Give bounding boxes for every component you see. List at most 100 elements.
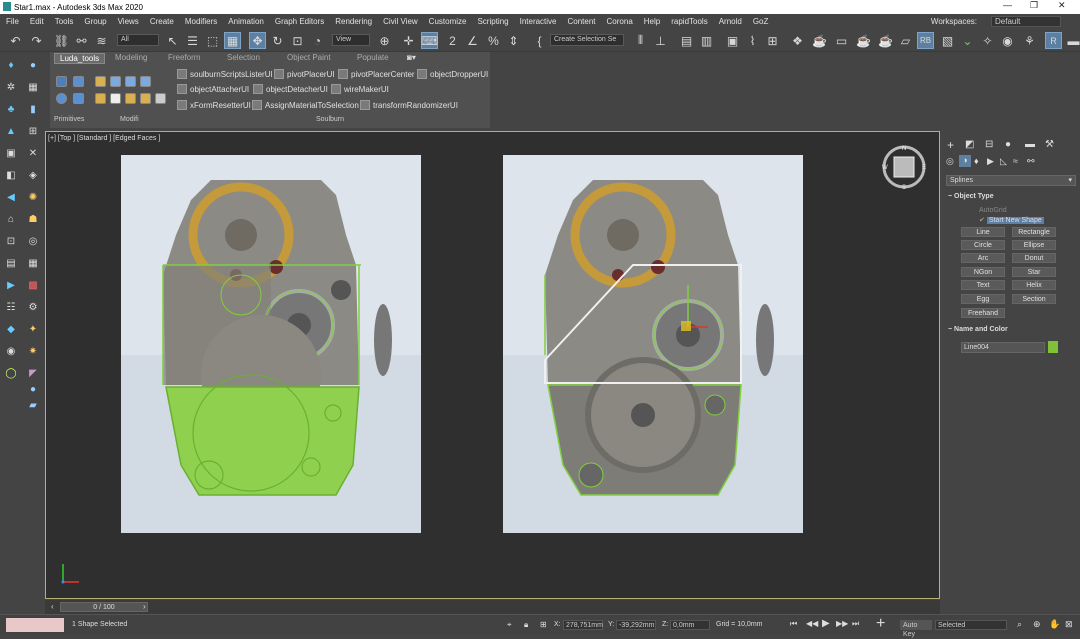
ribbon-options-icon[interactable]: ◙▾	[407, 53, 416, 62]
align-left-icon[interactable]: ◀	[4, 190, 18, 204]
donut-button[interactable]: Donut	[1012, 253, 1056, 263]
curve-editor-icon[interactable]: ⌇	[744, 32, 761, 49]
object-icon[interactable]: ✺	[26, 190, 40, 204]
menu-content[interactable]: Content	[568, 17, 596, 26]
quad-icon[interactable]: ⊡	[4, 234, 18, 248]
script-transformrandomizerui[interactable]: transformRandomizerUI	[360, 100, 458, 110]
tab-populate[interactable]: Populate	[357, 53, 389, 62]
tab-freeform[interactable]: Freeform	[168, 53, 200, 62]
bullet-icon[interactable]: ☗	[26, 212, 40, 226]
stack-icon[interactable]: ☷	[4, 300, 18, 314]
pivot-center-icon[interactable]: ⊕	[376, 32, 393, 49]
line-button[interactable]: Line	[961, 227, 1005, 237]
maxscript-listener[interactable]	[6, 618, 64, 632]
display-tab-icon[interactable]: ▬	[1025, 139, 1035, 150]
menu-scripting[interactable]: Scripting	[477, 17, 508, 26]
gear-icon[interactable]: ✲	[4, 80, 18, 94]
script-xformresetterui[interactable]: xFormResetterUI	[177, 100, 251, 110]
zoom-all-icon[interactable]: ⊕	[1033, 619, 1041, 630]
spinner-snap-icon[interactable]: ⇕	[505, 32, 522, 49]
script-icon-5[interactable]: ⚘	[1021, 32, 1038, 49]
rendered-frame-icon[interactable]: ▭	[833, 32, 850, 49]
pan-icon[interactable]: ✋	[1049, 619, 1060, 630]
shapes-icon[interactable]: ◑	[959, 155, 971, 167]
zoom-icon[interactable]: ⌕	[1017, 619, 1022, 630]
menu-modifiers[interactable]: Modifiers	[185, 17, 217, 26]
render-setup-icon[interactable]: ☕	[811, 32, 828, 49]
menu-animation[interactable]: Animation	[228, 17, 264, 26]
window-crossing-icon[interactable]: ▦	[224, 32, 241, 49]
category-dropdown[interactable]: Splines ▾	[946, 175, 1076, 186]
rollout-object-type[interactable]: − Object Type	[948, 193, 994, 200]
menu-arnold[interactable]: Arnold	[719, 17, 742, 26]
rollout-name-and-color[interactable]: − Name and Color	[948, 326, 1008, 333]
rotate-icon[interactable]: ↻	[269, 32, 286, 49]
align-icon[interactable]: ⊥	[652, 32, 669, 49]
mod-icon-6[interactable]	[110, 93, 121, 104]
prim-plane-icon[interactable]	[73, 93, 84, 104]
minimize-button[interactable]: —	[1003, 0, 1012, 10]
cameras-icon[interactable]: ▶	[987, 156, 994, 167]
script-soulburnscriptslisterui[interactable]: soulburnScriptsListerUI	[177, 69, 273, 79]
section-button[interactable]: Section	[1012, 294, 1056, 304]
play-icon[interactable]: ▶	[4, 278, 18, 292]
systems-icon[interactable]: ⚯	[1027, 156, 1035, 167]
mod-icon-9[interactable]	[155, 93, 166, 104]
tab-luda-tools[interactable]: Luda_tools	[54, 53, 106, 64]
menu-rapidtools[interactable]: rapidTools	[671, 17, 707, 26]
angle-snap-icon[interactable]: ∠	[464, 32, 481, 49]
prev-frame-icon[interactable]: ‹	[51, 602, 54, 611]
ball-icon[interactable]: ●	[26, 382, 40, 396]
script-wiremakerui[interactable]: wireMakerUI	[331, 84, 389, 94]
close-button[interactable]: ✕	[1058, 0, 1066, 11]
rb-script-icon[interactable]: RB	[917, 32, 934, 49]
ngon-button[interactable]: NGon	[961, 267, 1005, 277]
lock-icon[interactable]: 🔒︎	[524, 620, 528, 630]
lights-icon[interactable]: ♦	[974, 156, 979, 166]
place-icon[interactable]: ◔	[309, 32, 326, 49]
menu-customize[interactable]: Customize	[429, 17, 467, 26]
brush-icon[interactable]: ♦	[4, 58, 18, 72]
prev-key-icon[interactable]: ◀◀	[806, 619, 818, 628]
material-editor-icon[interactable]: ❖	[789, 32, 806, 49]
menu-interactive[interactable]: Interactive	[520, 17, 557, 26]
utilities-tab-icon[interactable]: ⚒	[1045, 139, 1054, 150]
viewcube[interactable]: N S W E	[880, 143, 928, 191]
time-slider-bar[interactable]: ‹ 0 / 100 ›	[45, 600, 940, 614]
mod-icon-8[interactable]	[140, 93, 151, 104]
script-assignmaterialtoselection[interactable]: AssignMaterialToSelection	[252, 100, 359, 110]
freehand-button[interactable]: Freehand	[961, 308, 1005, 318]
time-slider[interactable]: 0 / 100	[60, 602, 148, 612]
script-icon-3[interactable]: ✧	[979, 32, 996, 49]
a360-render-icon[interactable]: ▱	[897, 32, 914, 49]
shape-icon[interactable]: ▲	[4, 124, 18, 138]
light-icon[interactable]: ◯	[4, 366, 18, 380]
mod-icon-1[interactable]	[95, 76, 106, 87]
lattice-icon[interactable]: ◈	[26, 168, 40, 182]
autogrid-checkbox[interactable]: AutoGrid	[979, 207, 1007, 214]
eye-icon[interactable]: ◉	[4, 344, 18, 358]
script-icon-2[interactable]: ⌄	[959, 32, 976, 49]
helix-button[interactable]: Helix	[1012, 280, 1056, 290]
render-production-icon[interactable]: ☕	[855, 32, 872, 49]
move-icon[interactable]: ✥	[249, 32, 266, 49]
x-coord-field[interactable]: 278,751mm	[563, 620, 603, 630]
edit-named-sets-icon[interactable]: {	[531, 32, 548, 49]
tab-object-paint[interactable]: Object Paint	[287, 53, 331, 62]
prim-box-icon[interactable]	[56, 76, 67, 87]
script-icon-1[interactable]: ▧	[939, 32, 956, 49]
grid-icon[interactable]: ▦	[26, 80, 40, 94]
script-objectdetacherui[interactable]: objectDetacherUI	[253, 84, 328, 94]
workspaces-dropdown[interactable]: Default	[991, 16, 1061, 27]
menu-tools[interactable]: Tools	[55, 17, 74, 26]
menu-civil-view[interactable]: Civil View	[383, 17, 418, 26]
sphere-icon[interactable]: ●	[26, 58, 40, 72]
selection-filter-dropdown[interactable]: All	[117, 34, 159, 46]
rectangle-button[interactable]: Rectangle	[1012, 227, 1056, 237]
next-frame-icon[interactable]: ›	[143, 602, 146, 611]
create-tab-icon[interactable]: +	[947, 138, 954, 152]
arc-button[interactable]: Arc	[961, 253, 1005, 263]
script-pivotplacercenter[interactable]: pivotPlacerCenter	[338, 69, 415, 79]
ellipse-button[interactable]: Ellipse	[1012, 240, 1056, 250]
star-button[interactable]: Star	[1012, 267, 1056, 277]
